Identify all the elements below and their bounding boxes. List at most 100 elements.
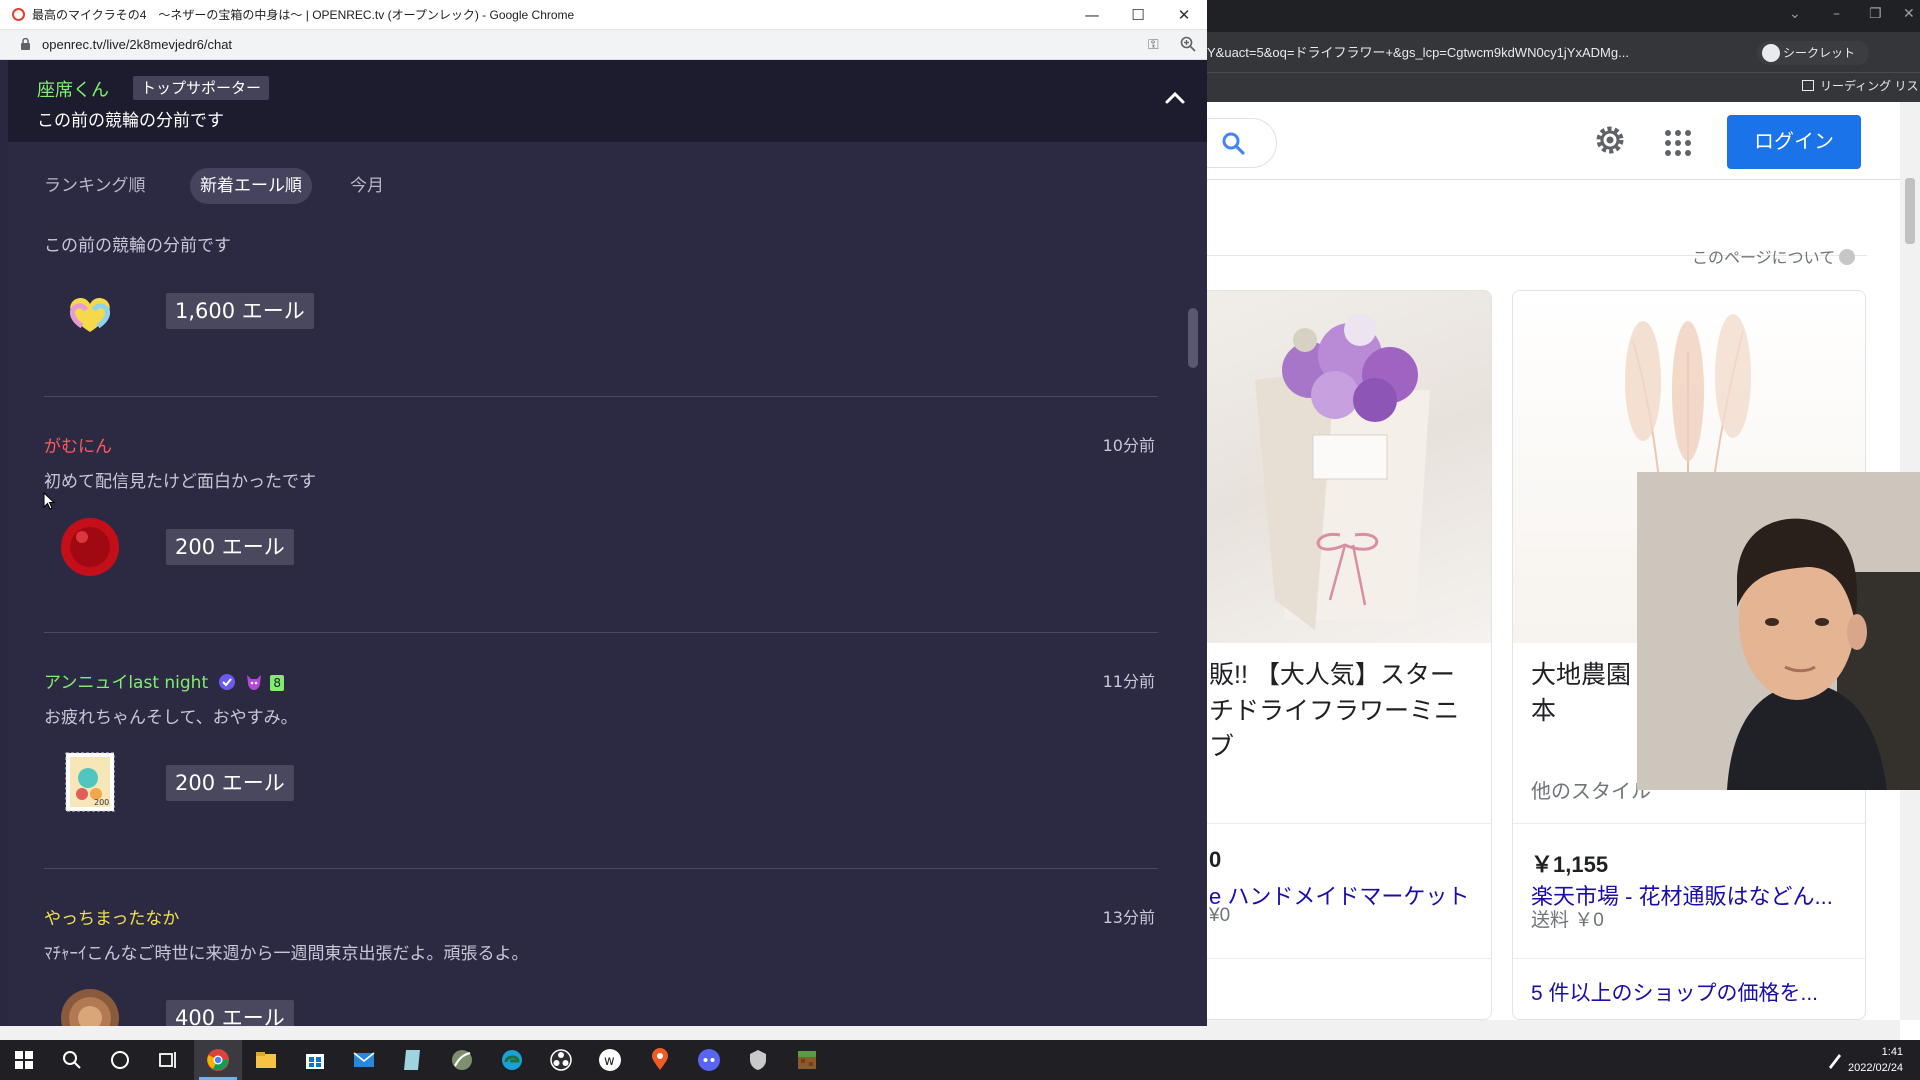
search-icon[interactable] [60, 1048, 84, 1072]
openrec-chat-window: 最高のマイクラその4 ～ネザーの宝箱の中身は～ | OPENREC.tv (オー… [0, 0, 1207, 1026]
bird-postage-stamp: 200 [65, 752, 115, 812]
yell-username[interactable]: アンニュイlast night 8 [44, 668, 284, 693]
yell-message: この前の競輪の分前です [44, 236, 231, 256]
window-title: 最高のマイクラその4 ～ネザーの宝箱の中身は～ | OPENREC.tv (オー… [32, 8, 575, 22]
apps-grid-icon[interactable] [1665, 130, 1691, 156]
openrec-favicon-icon [12, 8, 25, 21]
minimize-icon[interactable]: – [1833, 6, 1840, 22]
chevron-up-icon[interactable] [1163, 86, 1187, 110]
file-explorer-icon[interactable] [254, 1048, 278, 1072]
shipping-text: ¥0 [1209, 905, 1231, 926]
minecraft-launcher-icon[interactable] [795, 1048, 819, 1072]
window-title-bar[interactable]: 最高のマイクラその4 ～ネザーの宝箱の中身は～ | OPENREC.tv (オー… [0, 0, 1207, 30]
streamer-webcam-image [1637, 472, 1920, 790]
sticky-notes-icon[interactable] [400, 1048, 424, 1072]
scrollbar-thumb[interactable] [1905, 178, 1915, 244]
lock-icon[interactable] [21, 38, 30, 50]
restore-icon[interactable]: ❐ [1869, 6, 1882, 22]
info-icon [1839, 249, 1856, 265]
store-icon[interactable] [303, 1048, 327, 1072]
shop-link[interactable]: e ハンドメイドマーケット [1209, 879, 1491, 911]
incognito-indicator[interactable]: シークレット (2) [1757, 41, 1869, 84]
chat-scrollbar-thumb[interactable] [1188, 308, 1198, 368]
product-price: 0 [1209, 847, 1222, 872]
webcam-overlay [1637, 472, 1920, 790]
yell-message: 初めて配信見たけど面白かったです [44, 472, 316, 492]
divider [44, 632, 1158, 633]
zoom-icon[interactable] [1180, 36, 1196, 52]
red-ball-stamp [61, 518, 119, 576]
close-button[interactable]: ✕ [1161, 0, 1207, 30]
flower-bouquet-image [1255, 314, 1430, 630]
search-icon[interactable] [1220, 130, 1246, 156]
shipping-text: 送料 ￥0 [1531, 910, 1604, 931]
yell-amount: 200 エール [166, 765, 294, 801]
devil-icon [246, 675, 261, 690]
yell-message: ﾏﾁｬｰｲこんなご時世に来週から一週間東京出張だよ。頑張るよ。 [44, 944, 529, 964]
tab-search-icon[interactable]: ⌄ [1789, 6, 1801, 22]
incognito-icon [1762, 44, 1780, 62]
key-icon[interactable]: ⚿ [1148, 37, 1159, 53]
yell-amount: 1,600 エール [166, 293, 314, 329]
obs-icon[interactable] [549, 1048, 573, 1072]
background-tab-strip: ⌄ – ❐ ✕ [1207, 0, 1920, 32]
maximize-button[interactable]: ☐ [1115, 0, 1161, 30]
top-supporter-badge: トップサポーター [133, 76, 270, 100]
mail-icon[interactable] [352, 1048, 376, 1072]
divider [1191, 823, 1491, 824]
yell-list-panel: 座席くん トップサポーター この前の競輪の分前です ランキング順 新着エール順 … [8, 60, 1207, 1026]
background-address-bar[interactable]: Y&uact=5&oq=ドライフラワー+&gs_lcp=Cgtwcm9kdWN0… [1207, 40, 1652, 66]
product-price: ￥1,155 [1531, 852, 1609, 877]
desktop: ⌄ – ❐ ✕ Y&uact=5&oq=ドライフラワー+&gs_lcp=Cgtw… [0, 0, 1920, 1080]
yell-amount: 400 エール [166, 1000, 294, 1026]
discord-icon[interactable] [697, 1048, 721, 1072]
cortana-icon[interactable] [108, 1048, 132, 1072]
edge-icon[interactable] [500, 1048, 524, 1072]
tab-ranking[interactable]: ランキング順 [44, 168, 146, 204]
minimize-button[interactable]: — [1069, 0, 1115, 30]
verified-icon [218, 674, 235, 690]
yell-timestamp: 10分前 [1102, 436, 1155, 455]
mouse-cursor-icon [43, 492, 55, 510]
app-w-icon[interactable]: w [598, 1048, 622, 1072]
divider [1191, 958, 1491, 959]
location-pin-app-icon[interactable] [648, 1048, 672, 1072]
clock-time: 1:41 [1881, 1046, 1904, 1058]
level-badge: 8 [270, 675, 284, 691]
pinned-username[interactable]: 座席くん [37, 76, 109, 102]
url-text[interactable]: openrec.tv/live/2k8mevjedr6/chat [42, 30, 232, 60]
product-subtitle[interactable]: 他のスタイル [1531, 775, 1651, 804]
login-button[interactable]: ログイン [1727, 115, 1861, 169]
product-title[interactable]: 販!! 【大人気】スターチドライフラワーミニブ [1209, 657, 1479, 765]
yell-amount: 200 エール [166, 529, 294, 565]
chrome-icon[interactable] [206, 1048, 230, 1072]
svg-text:200: 200 [94, 798, 109, 807]
yell-username[interactable]: がむにん [44, 432, 112, 457]
about-this-page-link[interactable]: このページについて [1692, 244, 1856, 268]
compare-prices-link[interactable]: 5 件以上のショップの価格を... [1531, 977, 1851, 1007]
shield-app-icon[interactable] [746, 1048, 770, 1072]
yell-timestamp: 11分前 [1102, 672, 1155, 691]
pinned-text: この前の競輪の分前です [37, 111, 224, 131]
close-icon[interactable]: ✕ [1903, 6, 1915, 22]
feather-app-icon[interactable] [450, 1048, 474, 1072]
divider [1513, 823, 1865, 824]
svg-text:w: w [604, 1054, 615, 1069]
task-view-icon[interactable] [156, 1048, 180, 1072]
heart-gold-stamp [70, 297, 110, 332]
yell-username[interactable]: やっちまったなか [44, 904, 179, 929]
tab-this-month[interactable]: 今月 [350, 168, 384, 204]
divider [44, 396, 1158, 397]
tab-new-yells[interactable]: 新着エール順 [190, 168, 312, 204]
yell-message: お疲れちゃんそして、おやすみ。 [44, 708, 298, 728]
pinned-message[interactable]: 座席くん トップサポーター この前の競輪の分前です [8, 60, 1207, 142]
gear-icon[interactable] [1594, 124, 1626, 156]
reading-list-icon [1802, 80, 1814, 91]
windows-start-icon[interactable] [12, 1048, 36, 1072]
divider [1513, 958, 1865, 959]
taskbar-clock[interactable]: 1:41 2022/02/24 [1848, 1044, 1903, 1076]
windows-taskbar [0, 1040, 1920, 1080]
bronze-coin-stamp [61, 989, 119, 1026]
pen-icon[interactable] [1826, 1050, 1844, 1070]
yell-timestamp: 13分前 [1102, 908, 1155, 927]
